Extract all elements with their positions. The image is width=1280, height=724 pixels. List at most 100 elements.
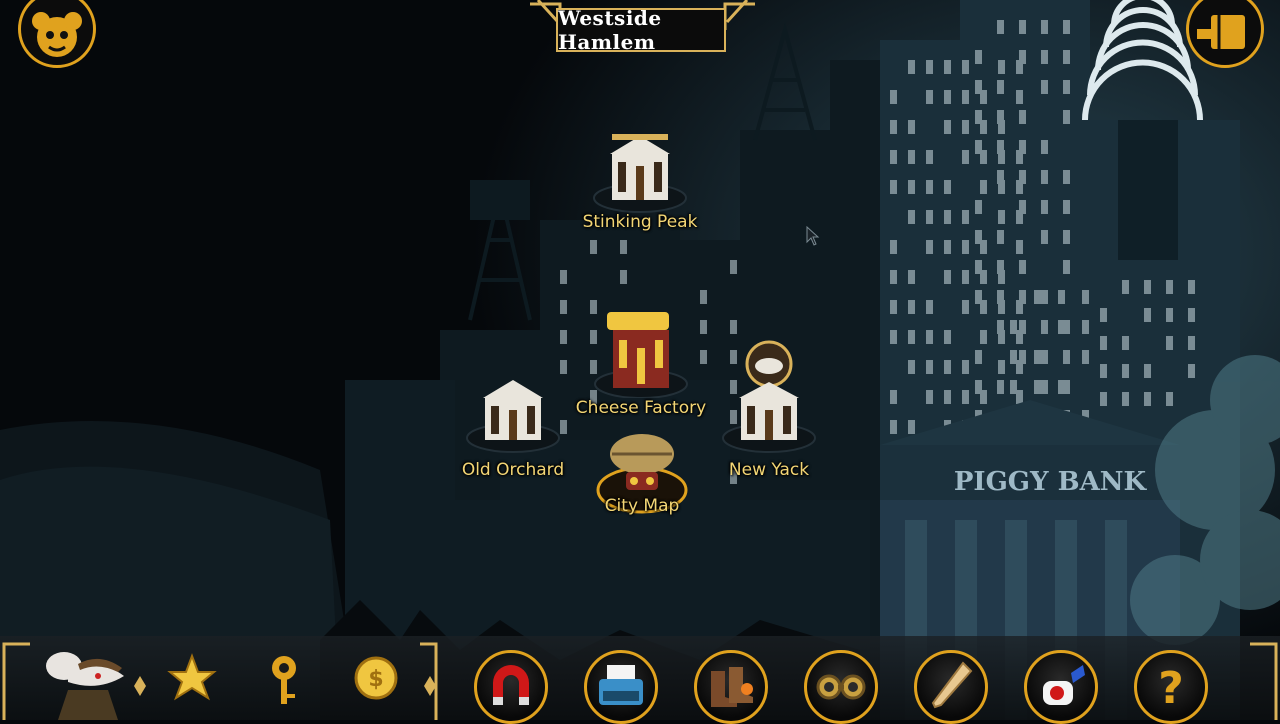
- building-window: [962, 210, 969, 224]
- location-label: City Map: [604, 496, 680, 516]
- building-window: [980, 330, 987, 344]
- building-window: [975, 110, 982, 124]
- inventory-slot-gadget[interactable]: [1024, 650, 1098, 724]
- building-window: [890, 150, 897, 164]
- location-label: New Yack: [728, 460, 810, 480]
- inventory-slot-magnet[interactable]: [474, 650, 548, 724]
- building-window: [1144, 280, 1151, 294]
- location-marker-city-map[interactable]: City Map: [572, 426, 712, 546]
- building-window: [975, 140, 982, 154]
- building-window: [1166, 280, 1173, 294]
- building-window: [1144, 392, 1151, 406]
- building-window: [1019, 170, 1026, 184]
- building-window: [944, 270, 951, 284]
- building-window: [1063, 350, 1070, 364]
- building-window: [1041, 80, 1048, 94]
- cheese-factory-icon: [594, 312, 688, 398]
- inventory-slot-bat[interactable]: [914, 650, 988, 724]
- building-window: [1100, 308, 1107, 322]
- building-window: [890, 120, 897, 134]
- building-window: [890, 300, 897, 314]
- building-window: [1019, 350, 1026, 364]
- building-window: [1019, 290, 1026, 304]
- building-window: [890, 270, 897, 284]
- building-window: [975, 350, 982, 364]
- building-window: [975, 80, 982, 94]
- building-window: [997, 170, 1004, 184]
- inventory-slot-typewriter[interactable]: [584, 650, 658, 724]
- building-window: [1041, 380, 1048, 394]
- building-window: [908, 270, 915, 284]
- location-marker-old-orchard[interactable]: Old Orchard: [443, 374, 583, 494]
- title-plaque: Westside Hamlem: [556, 6, 726, 54]
- building-window: [1041, 230, 1048, 244]
- svg-text:$: $: [368, 667, 383, 692]
- building-window: [944, 60, 951, 74]
- star-badge-icon: [167, 653, 217, 701]
- building-window: [962, 120, 969, 134]
- building-window: [944, 240, 951, 254]
- building-window: [997, 380, 1004, 394]
- building-window: [926, 60, 933, 74]
- building-window: [1058, 320, 1065, 334]
- building-window: [890, 90, 897, 104]
- building-window: [1166, 336, 1173, 350]
- building-window: [1010, 350, 1017, 364]
- building-window: [944, 330, 951, 344]
- building-window: [700, 290, 707, 304]
- building-window: [1188, 280, 1195, 294]
- building-window: [1019, 200, 1026, 214]
- building-window: [1010, 320, 1017, 334]
- mouse-face-menu-icon: [32, 12, 82, 57]
- building-window: [1063, 80, 1070, 94]
- building-window: [560, 300, 567, 314]
- mouse-detective-portrait-icon[interactable]: [38, 646, 130, 720]
- building-window: [1100, 336, 1107, 350]
- building-window: [1188, 308, 1195, 322]
- typewriter-icon: [599, 665, 643, 705]
- building-window: [1041, 350, 1048, 364]
- building-window: [1122, 336, 1129, 350]
- building-window: [998, 360, 1005, 374]
- building-window: [1122, 364, 1129, 378]
- building-window: [926, 390, 933, 404]
- building-window: [1122, 392, 1129, 406]
- building-window: [890, 180, 897, 194]
- help-button[interactable]: ?: [1134, 650, 1208, 724]
- building-window: [1063, 200, 1070, 214]
- building-window: [560, 360, 567, 374]
- building-window: [1019, 20, 1026, 34]
- key-icon: [272, 656, 296, 704]
- building-window: [962, 300, 969, 314]
- building-window: [962, 240, 969, 254]
- building-window: [908, 210, 915, 224]
- building-window: [962, 390, 969, 404]
- building-window: [975, 50, 982, 64]
- building-window: [1019, 110, 1026, 124]
- location-marker-new-yack[interactable]: New Yack: [699, 340, 839, 480]
- building-window: [1188, 336, 1195, 350]
- location-marker-stinking-peak[interactable]: Stinking Peak: [570, 126, 710, 246]
- building-window: [1166, 308, 1173, 322]
- building-window: [1122, 280, 1129, 294]
- location-marker-cheese-factory[interactable]: Cheese Factory: [571, 308, 711, 428]
- building-window: [944, 390, 951, 404]
- bank-building-icon: [466, 380, 560, 453]
- building-window: [975, 200, 982, 214]
- spray-gadget-icon: [1043, 665, 1085, 705]
- building-window: [1063, 260, 1070, 274]
- building-window: [908, 120, 915, 134]
- inventory-slot-boots[interactable]: [694, 650, 768, 724]
- building-window: [908, 330, 915, 344]
- building-window: [560, 270, 567, 284]
- building-window: [1058, 380, 1065, 394]
- building-window: [1063, 170, 1070, 184]
- location-label: Stinking Peak: [582, 212, 698, 232]
- location-label: Cheese Factory: [575, 398, 707, 418]
- inventory-slot-goggles[interactable]: [804, 650, 878, 724]
- question-mark-icon: ?: [1158, 663, 1184, 714]
- building-window: [908, 360, 915, 374]
- building-window: [1041, 170, 1048, 184]
- building-window: [997, 230, 1004, 244]
- building-window: [1034, 350, 1041, 364]
